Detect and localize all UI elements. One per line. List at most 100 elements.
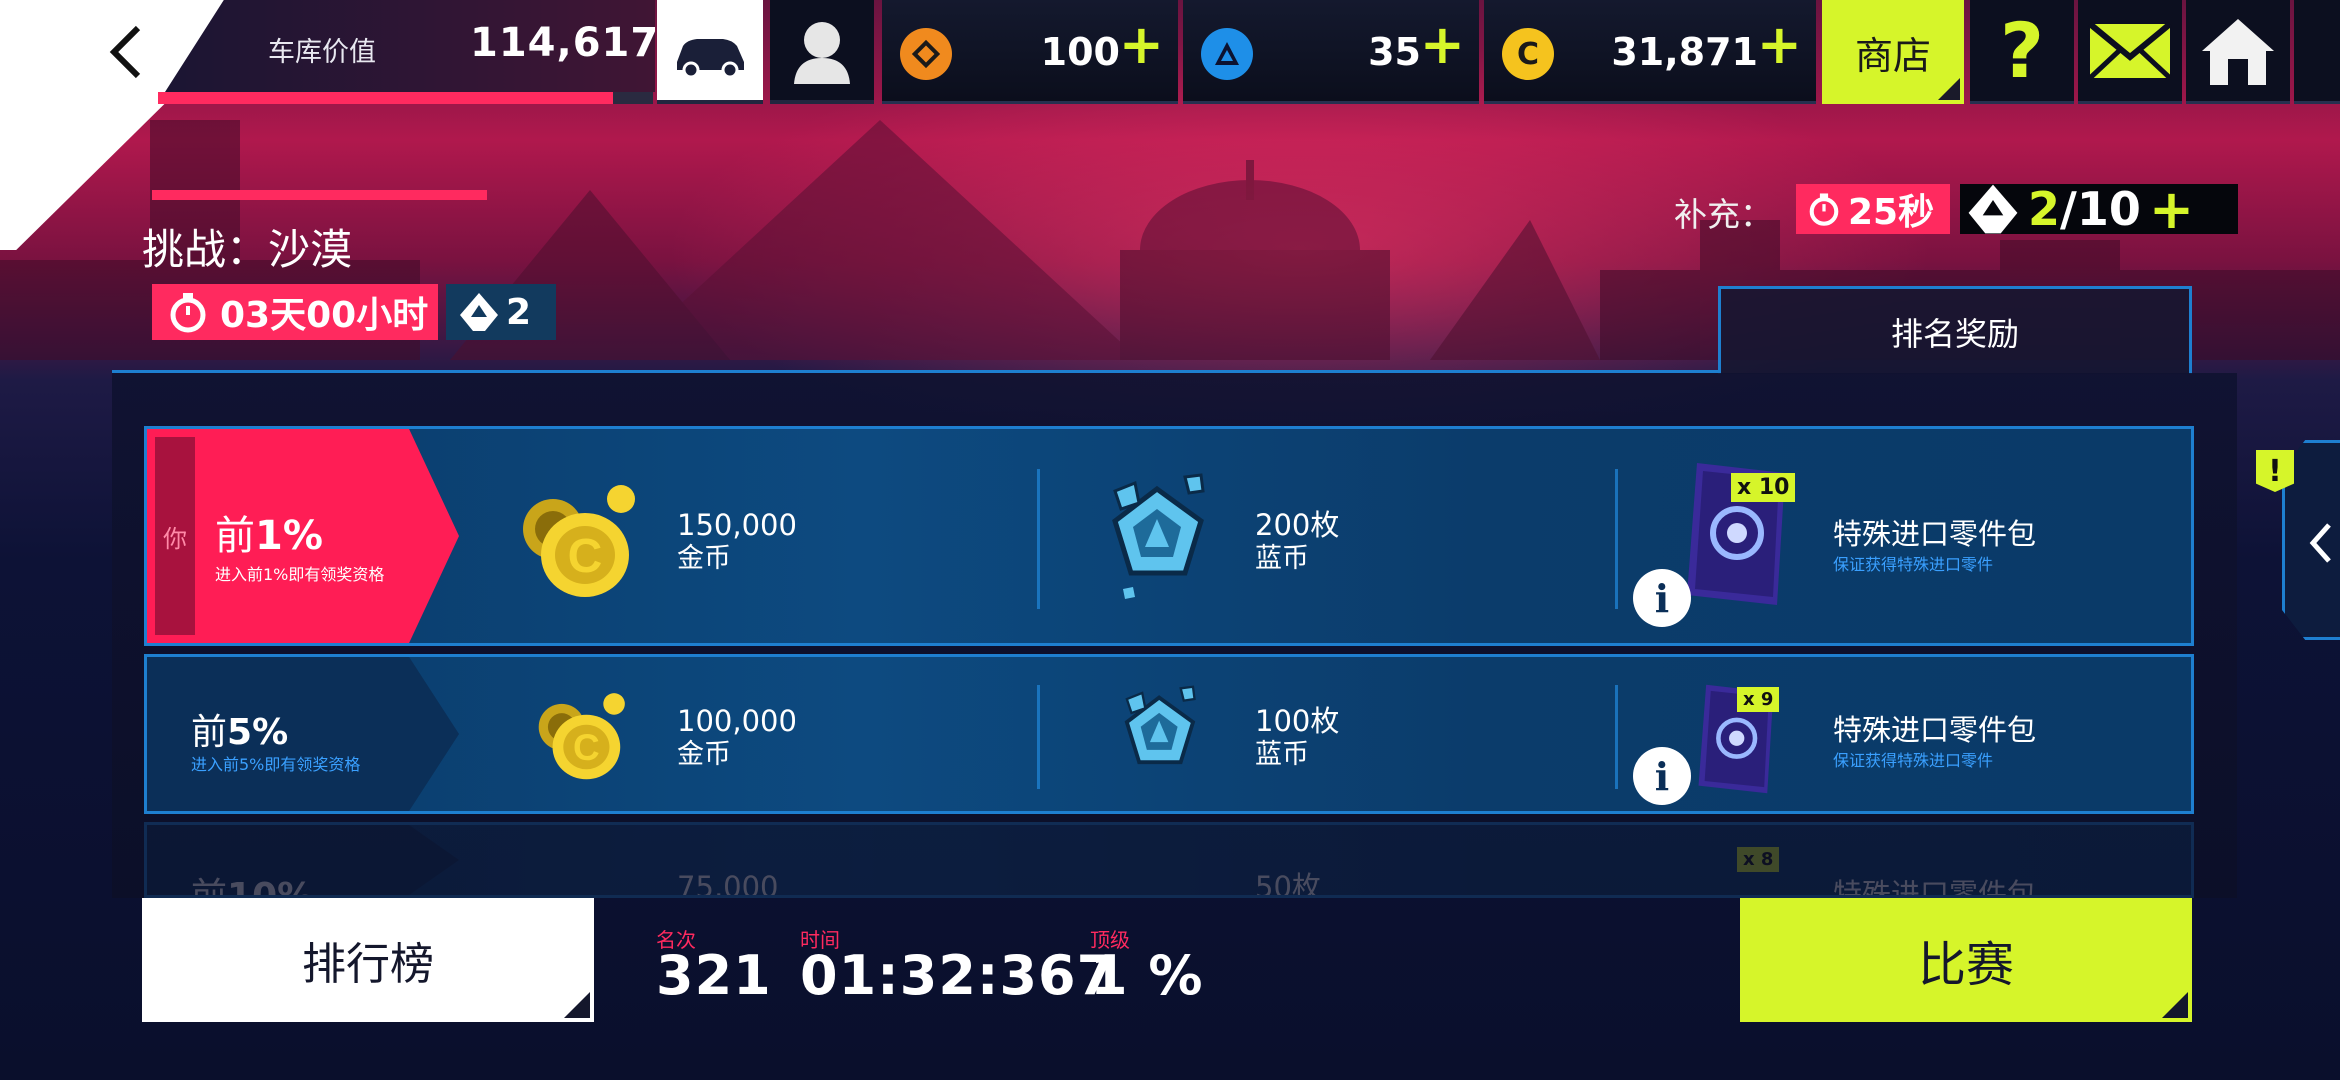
home-button[interactable] <box>2186 0 2290 104</box>
event-title: 挑战：沙漠 <box>142 225 353 274</box>
svg-text:C: C <box>568 530 603 583</box>
alert-icon: ! <box>2256 450 2294 492</box>
refill-timer-badge: 25秒 <box>1796 184 1950 234</box>
refill-max: /10 <box>2060 182 2141 236</box>
blueprint-token-value: 35 <box>1368 30 1421 74</box>
rank-value: 10% <box>227 876 314 898</box>
blue-coins-unit: 蓝币 <box>1255 543 1309 574</box>
tier-stat-value: 1 % <box>1090 944 1204 1007</box>
stopwatch-icon <box>170 293 206 333</box>
corner-notch <box>2162 992 2188 1018</box>
stopwatch-icon <box>1809 193 1839 226</box>
refill-add-button[interactable]: + <box>2149 178 2194 241</box>
race-ticket-icon <box>460 293 498 331</box>
pack-count-badge: x 8 <box>1737 847 1780 872</box>
coins-amount: 150,000 <box>677 508 797 542</box>
blue-tokens-icon <box>1112 473 1205 599</box>
gold-token-value: 100 <box>1040 30 1120 74</box>
rank-prefix: 前 <box>191 712 228 753</box>
help-button[interactable]: ? <box>1970 0 2074 104</box>
top-bar: 车库价值 114,617 100 + 35 + C 31,871 + 商店 ? <box>0 0 2340 250</box>
gold-coins-icon: C <box>523 485 635 597</box>
corner-notch <box>564 992 590 1018</box>
refill-label: 补充： <box>1674 195 1773 234</box>
reward-row-top10: 前10% 75,000 50枚 x 8 特殊进口零件包 <box>144 822 2194 898</box>
garage-value: 114,617 <box>470 20 660 66</box>
car-icon <box>677 39 744 79</box>
race-label: 比赛 <box>1917 937 2014 993</box>
column-divider <box>1037 685 1040 789</box>
column-divider <box>1615 469 1618 609</box>
pack-name: 特殊进口零件包 <box>1833 877 2037 898</box>
credits-value: 31,871 <box>1611 30 1758 74</box>
garage-progress-fill <box>158 92 614 104</box>
title-accent-bar <box>152 190 487 200</box>
leaderboard-button[interactable]: 排行榜 <box>142 898 594 1022</box>
garage-value-label: 车库价值 <box>268 37 376 68</box>
coins-unit: 金币 <box>677 739 731 770</box>
reward-row-top5: 前5% 进入前5%即有领奖资格 C 100,000 金币 100枚 蓝币 x 9… <box>144 654 2194 814</box>
pack-name: 特殊进口零件包 <box>1833 517 2037 551</box>
mail-envelope-icon <box>2088 21 2172 80</box>
race-ticket-icon <box>1968 184 2018 234</box>
pack-info-button[interactable]: i <box>1633 747 1691 805</box>
refill-current: 2 <box>2028 182 2061 236</box>
tab-rank-rewards[interactable]: 排名奖励 <box>1718 286 2192 374</box>
rank-prefix: 前 <box>191 876 228 898</box>
gold-coins-icon: C <box>538 693 625 780</box>
event-timer-badge: 03天00小时 <box>152 284 438 340</box>
blue-tokens-icon <box>1124 685 1196 765</box>
shop-label: 商店 <box>1854 33 1931 78</box>
rank-prefix: 前 <box>215 513 255 559</box>
mail-button[interactable] <box>2078 0 2182 104</box>
shop-button[interactable]: 商店 <box>1822 0 1964 104</box>
coins-amount: 100,000 <box>677 704 797 738</box>
credits-add-button[interactable]: + <box>1757 18 1802 72</box>
event-time-left: 03天00小时 <box>220 295 429 336</box>
reward-row-top1: 你 前1% 进入前1%即有领奖资格 C 150,000 金币 200枚 蓝币 x… <box>144 426 2194 646</box>
more-menu-tile[interactable] <box>2294 0 2340 104</box>
corner-notch <box>1938 78 1960 100</box>
back-button[interactable] <box>96 22 156 82</box>
entry-cost-value: 2 <box>506 291 532 333</box>
profile-button[interactable] <box>770 0 874 104</box>
garage-progress-bar <box>158 92 653 104</box>
pack-description: 保证获得特殊进口零件 <box>1833 555 1994 574</box>
rank-stat-value: 321 <box>656 944 772 1007</box>
svg-text:C: C <box>573 727 600 768</box>
pack-name: 特殊进口零件包 <box>1833 713 2037 747</box>
blue-coins-unit: 蓝币 <box>1255 739 1309 770</box>
home-icon <box>2202 18 2274 85</box>
blue-coins-amount: 200枚 <box>1255 508 1340 542</box>
refill-timer-value: 25秒 <box>1848 192 1935 233</box>
you-marker: 你 <box>155 437 195 635</box>
rank-title: 前10% <box>191 867 314 898</box>
leaderboard-label: 排行榜 <box>302 939 434 990</box>
pack-description: 保证获得特殊进口零件 <box>1833 751 1994 770</box>
currency-tile-blueprint[interactable]: 35 + <box>1183 0 1479 104</box>
refill-ticket-count[interactable]: 2 /10 + <box>1960 178 2238 241</box>
gold-token-icon <box>900 28 952 80</box>
rank-requirement: 进入前5%即有领奖资格 <box>191 755 361 774</box>
question-mark-icon: ? <box>1999 6 2045 95</box>
rank-value: 1% <box>255 513 323 559</box>
column-divider <box>1615 685 1618 789</box>
credits-coin-icon: C <box>1502 28 1554 80</box>
pack-info-button[interactable]: i <box>1633 569 1691 627</box>
coins-amount: 75,000 <box>677 870 779 898</box>
blueprint-token-icon <box>1201 28 1253 80</box>
rank-value: 5% <box>227 712 289 753</box>
race-button[interactable]: 比赛 <box>1740 898 2192 1022</box>
chevron-left-icon <box>109 25 141 79</box>
chevron-left-icon <box>2309 523 2331 563</box>
garage-car-button[interactable] <box>657 0 763 104</box>
blue-coins-amount: 50枚 <box>1255 870 1321 898</box>
gold-token-add-button[interactable]: + <box>1119 18 1164 72</box>
pack-count-badge: x 9 <box>1737 687 1780 712</box>
blueprint-token-add-button[interactable]: + <box>1420 18 1465 72</box>
rank-title: 前1% <box>215 503 323 561</box>
coins-unit: 金币 <box>677 543 731 574</box>
currency-tile-credits[interactable]: C 31,871 + <box>1484 0 1816 104</box>
currency-tile-gold-token[interactable]: 100 + <box>882 0 1178 104</box>
entry-cost-badge: 2 <box>446 284 556 340</box>
